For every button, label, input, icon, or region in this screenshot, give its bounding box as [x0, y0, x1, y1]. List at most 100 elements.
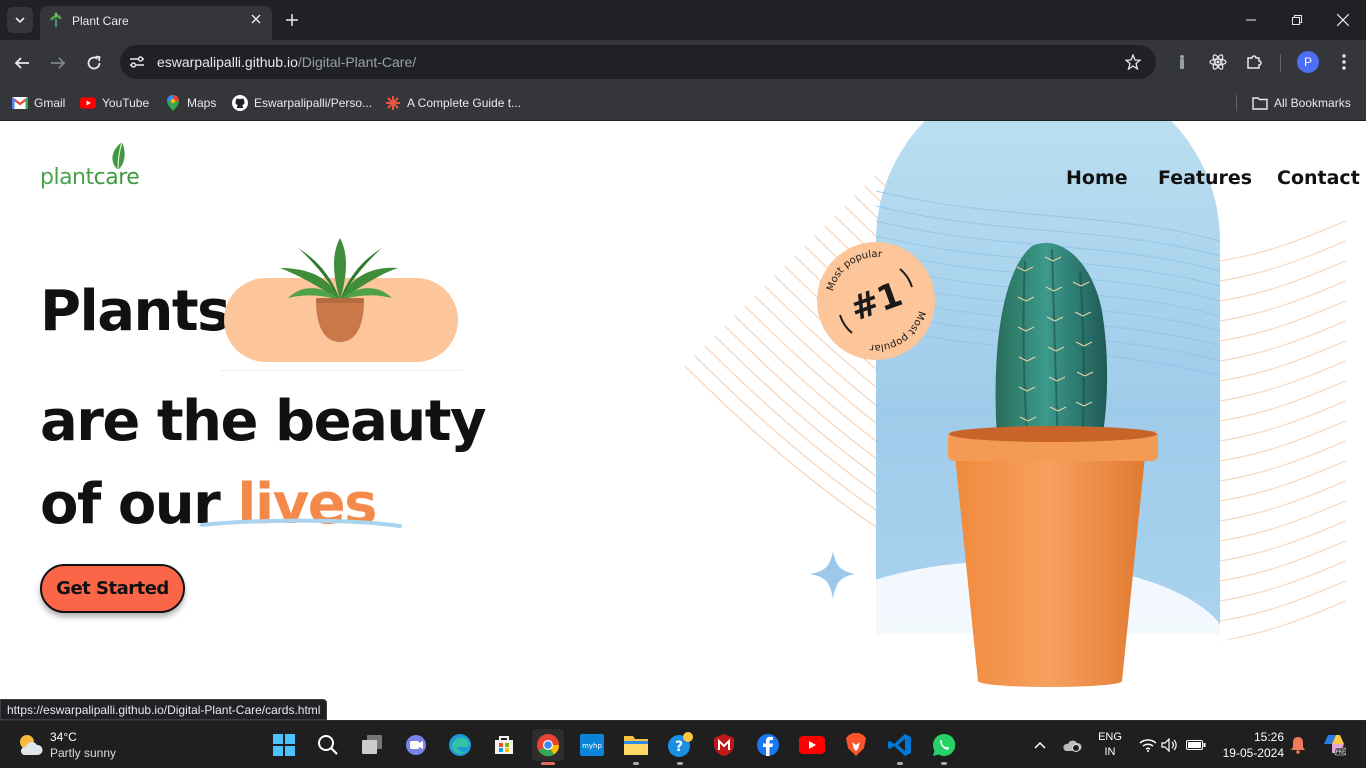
taskbar-search-button[interactable] — [312, 729, 344, 761]
nav-features-link[interactable]: Features — [1158, 167, 1252, 189]
active-indicator — [541, 762, 555, 765]
file-explorer-button[interactable] — [620, 729, 652, 765]
weather-widget[interactable]: 34°C Partly sunny — [16, 729, 126, 761]
bookmark-github[interactable]: Eswarpalipalli/Perso... — [232, 93, 372, 113]
partly-sunny-icon — [20, 735, 43, 755]
copilot-button[interactable]: PRE — [1322, 732, 1346, 756]
minimize-button[interactable] — [1241, 10, 1261, 30]
chevron-down-icon — [15, 17, 25, 24]
bookmark-youtube[interactable]: YouTube — [80, 93, 149, 113]
bookmark-guide[interactable]: A Complete Guide t... — [385, 93, 521, 113]
github-icon — [232, 95, 248, 111]
plus-icon — [286, 14, 298, 26]
more-menu-icon[interactable] — [1334, 52, 1354, 72]
help-button[interactable]: ? — [664, 729, 696, 765]
close-window-button[interactable] — [1333, 10, 1353, 30]
folder-icon — [624, 736, 648, 755]
address-bar[interactable]: eswarpalipalli.github.io/Digital-Plant-C… — [120, 45, 1156, 79]
tab-plant-care[interactable]: Plant Care — [40, 6, 272, 40]
language-indicator[interactable]: ENG IN — [1096, 730, 1124, 760]
tab-search-button[interactable] — [7, 7, 33, 33]
bookmark-label: Gmail — [34, 96, 66, 110]
potted-plant-icon — [280, 238, 398, 342]
tab-bar: Plant Care — [0, 0, 1366, 40]
weather-temp: 34°C — [50, 730, 77, 744]
running-indicator — [897, 762, 903, 765]
language-bottom: IN — [1104, 746, 1116, 758]
bookmarks-bar: Gmail YouTube Maps Eswarpalipalli/Perso.… — [0, 86, 1366, 121]
hero-illustration: #1 Most popular Most popular — [684, 121, 1347, 720]
reload-icon — [87, 55, 101, 70]
extension-dropper-icon[interactable] — [1172, 52, 1192, 72]
vscode-icon — [888, 734, 911, 756]
youtube-icon — [799, 736, 825, 754]
copilot-icon: PRE — [1324, 735, 1346, 756]
page-content: #1 Most popular Most popular plantcare H… — [0, 121, 1366, 720]
restore-button[interactable] — [1287, 10, 1307, 30]
bookmark-gmail[interactable]: Gmail — [12, 93, 65, 113]
svg-text:myhp: myhp — [582, 742, 602, 750]
plantcare-logo[interactable]: plantcare — [38, 141, 153, 193]
vscode-button[interactable] — [884, 729, 916, 765]
toolbar-divider — [1280, 54, 1281, 72]
bookmark-label: A Complete Guide t... — [407, 96, 522, 110]
chevron-up-icon — [1034, 741, 1046, 749]
task-view-button[interactable] — [356, 729, 388, 761]
battery-tray-button[interactable] — [1186, 735, 1206, 755]
mcafee-button[interactable] — [708, 729, 740, 761]
folder-icon — [1252, 95, 1268, 111]
url-text: eswarpalipalli.github.io/Digital-Plant-C… — [157, 54, 416, 70]
language-top: ENG — [1098, 731, 1122, 743]
youtube-app-button[interactable] — [796, 729, 828, 761]
running-indicator — [633, 762, 639, 765]
teams-meet-button[interactable] — [400, 729, 432, 761]
bookmark-maps[interactable]: Maps — [165, 93, 216, 113]
url-path: /Digital-Plant-Care/ — [297, 54, 417, 70]
forward-button[interactable] — [47, 52, 69, 74]
reload-button[interactable] — [83, 52, 105, 74]
chrome-button[interactable] — [532, 729, 564, 765]
edge-button[interactable] — [444, 729, 476, 761]
task-view-icon — [362, 735, 382, 754]
close-tab-icon[interactable] — [248, 11, 264, 27]
cloud-sync-icon — [1063, 740, 1082, 752]
brave-button[interactable] — [840, 729, 872, 761]
onedrive-tray-button[interactable] — [1062, 735, 1082, 755]
microsoft-store-button[interactable] — [488, 729, 520, 761]
speaker-icon — [1161, 738, 1177, 752]
site-info-icon[interactable] — [128, 53, 146, 71]
decorative-stripes-right — [1219, 220, 1347, 642]
svg-text:?: ? — [675, 739, 683, 755]
facebook-icon — [757, 734, 779, 756]
running-indicator — [677, 762, 683, 765]
whatsapp-button[interactable] — [928, 729, 960, 765]
bookmark-star-icon[interactable] — [1124, 53, 1142, 71]
clock-date: 19-05-2024 — [1222, 746, 1284, 760]
nav-home-link[interactable]: Home — [1066, 167, 1128, 189]
all-bookmarks-button[interactable]: All Bookmarks — [1252, 93, 1351, 113]
wifi-tray-button[interactable] — [1138, 735, 1158, 755]
new-tab-button[interactable] — [282, 10, 302, 30]
profile-avatar[interactable]: P — [1297, 51, 1319, 73]
extension-react-icon[interactable] — [1208, 52, 1228, 72]
myhp-button[interactable]: myhp — [576, 729, 608, 761]
clock-time: 15:26 — [1253, 730, 1284, 744]
wifi-icon — [1139, 739, 1157, 752]
nav-contact-link[interactable]: Contact — [1277, 167, 1360, 189]
search-icon — [318, 735, 338, 755]
battery-icon — [1186, 740, 1206, 750]
get-started-button[interactable]: Get Started — [40, 564, 185, 613]
hero-title-line2: are the beauty — [40, 389, 487, 454]
notifications-button[interactable] — [1288, 735, 1308, 755]
volume-tray-button[interactable] — [1160, 735, 1180, 755]
store-icon — [495, 736, 513, 754]
system-clock[interactable]: 15:26 19-05-2024 — [1218, 729, 1284, 761]
back-button[interactable] — [11, 52, 33, 74]
start-button[interactable] — [268, 729, 300, 761]
logo-text-plant: plant — [40, 165, 94, 190]
facebook-button[interactable] — [752, 729, 784, 761]
bookmark-label: Maps — [187, 96, 217, 110]
mcafee-shield-icon — [714, 734, 734, 756]
extensions-puzzle-icon[interactable] — [1244, 52, 1264, 72]
show-hidden-icons-button[interactable] — [1030, 735, 1050, 755]
